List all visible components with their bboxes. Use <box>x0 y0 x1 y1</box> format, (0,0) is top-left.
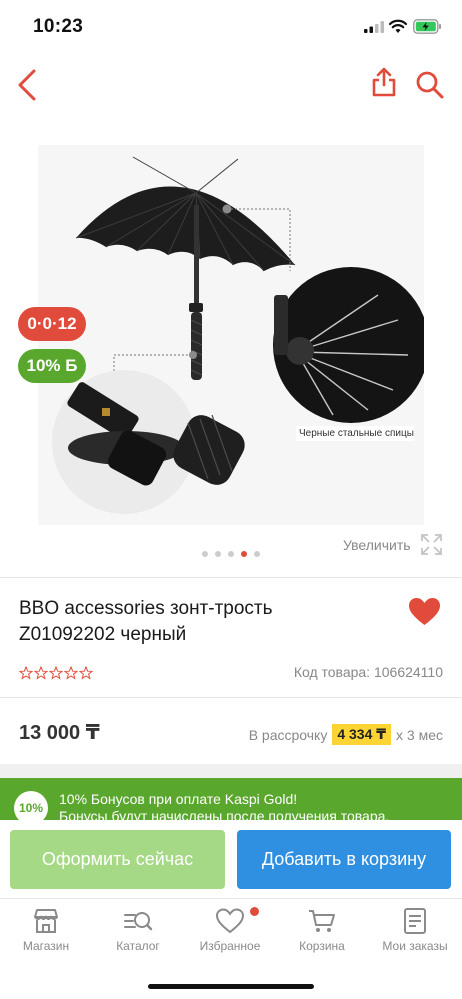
add-to-cart-button[interactable]: Добавить в корзину <box>237 830 451 889</box>
pagination-dot[interactable] <box>202 551 208 557</box>
orders-icon <box>404 908 426 934</box>
pagination-dot[interactable] <box>228 551 234 557</box>
star-outline-icon <box>79 666 93 680</box>
star-outline-icon <box>49 666 63 680</box>
tab-orders-label: Мои заказы <box>382 939 448 953</box>
divider <box>0 697 462 698</box>
action-bar: Оформить сейчас Добавить в корзину <box>0 820 462 898</box>
installment-amount: 4 334 ₸ <box>332 724 392 745</box>
pagination-dot[interactable] <box>254 551 260 557</box>
heart-icon <box>215 908 245 934</box>
installment-term: х 3 мес <box>396 726 443 743</box>
home-indicator <box>148 984 314 989</box>
search-icon[interactable] <box>415 70 444 99</box>
pagination-dot[interactable] <box>215 551 221 557</box>
star-outline-icon <box>19 666 33 680</box>
star-outline-icon <box>64 666 78 680</box>
product-image[interactable] <box>38 145 429 525</box>
product-title: BBO accessories зонт-трость Z01092202 че… <box>19 598 273 645</box>
tab-catalog-label: Каталог <box>116 939 160 953</box>
cellular-signal-icon <box>364 21 384 33</box>
back-chevron-icon[interactable] <box>14 68 42 102</box>
expand-icon[interactable] <box>420 533 443 556</box>
buy-now-button[interactable]: Оформить сейчас <box>10 830 225 889</box>
divider <box>0 577 462 578</box>
installment-info[interactable]: В рассрочку 4 334 ₸ х 3 мес <box>249 724 443 745</box>
section-spacer <box>0 764 462 778</box>
bonus-percent-badge: 10% Б <box>18 349 86 383</box>
gallery-pagination-dots <box>202 551 260 557</box>
battery-charging-icon <box>413 19 441 34</box>
pagination-dot-active[interactable] <box>241 551 247 557</box>
favorite-heart-icon[interactable] <box>408 597 441 626</box>
star-outline-icon <box>34 666 48 680</box>
product-sku: Код товара: 106624110 <box>293 664 443 680</box>
product-price: 13 000 ₸ <box>19 722 100 744</box>
catalog-icon <box>124 912 153 931</box>
rating-stars <box>19 666 93 680</box>
cart-icon <box>309 910 335 932</box>
tab-favorites[interactable]: Избранное <box>184 907 276 955</box>
umbrella-photo <box>38 145 429 525</box>
tab-orders[interactable]: Мои заказы <box>369 907 461 955</box>
bonus-banner-title: 10% Бонусов при оплате Kaspi Gold! <box>59 791 298 807</box>
status-time: 10:23 <box>33 16 84 37</box>
store-icon <box>34 909 58 933</box>
tab-catalog[interactable]: Каталог <box>92 907 184 955</box>
share-icon[interactable] <box>371 66 397 98</box>
image-callout-label: Черные стальные спицы <box>296 426 414 441</box>
installment-prefix: В рассрочку <box>248 726 328 743</box>
tab-store-label: Магазин <box>22 939 70 953</box>
wifi-icon <box>389 19 407 33</box>
countdown-badge: 0·0·12 <box>18 307 86 341</box>
tab-store[interactable]: Магазин <box>0 907 92 955</box>
notification-dot <box>250 907 259 916</box>
tab-cart[interactable]: Корзина <box>276 907 368 955</box>
status-bar: 10:23 <box>0 0 462 52</box>
tab-favorites-label: Избранное <box>199 939 261 953</box>
tab-cart-label: Корзина <box>299 939 345 953</box>
zoom-link[interactable]: Увеличить <box>343 537 411 553</box>
